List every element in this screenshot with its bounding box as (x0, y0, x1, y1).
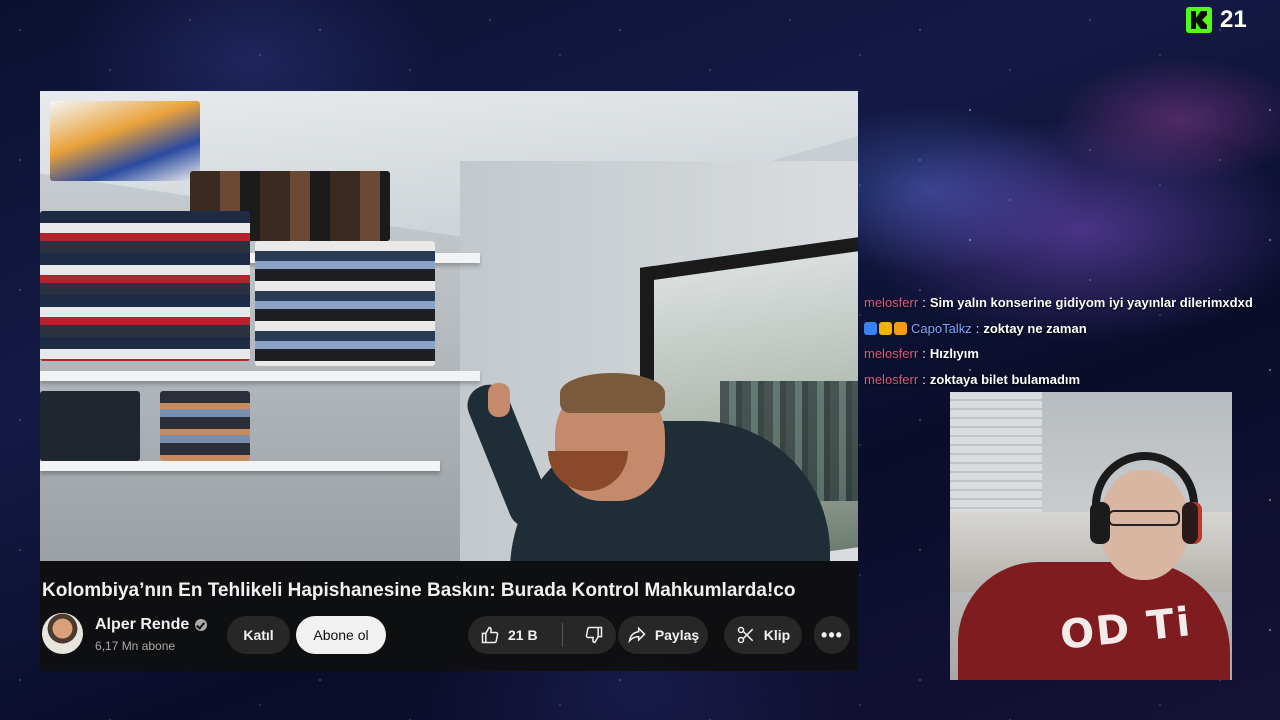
chat-badges (864, 321, 907, 335)
chat-username[interactable]: melosferr (864, 372, 918, 387)
headset-earcup (1182, 502, 1202, 544)
chat-text: Hızlıyım (929, 346, 979, 362)
person-hand (488, 383, 510, 417)
headset-earcup (1090, 502, 1110, 544)
viewer-counter: 21 (1186, 4, 1264, 36)
chat-text: Sim yalın konserine gidiyom iyi yayınlar… (929, 295, 1253, 311)
chat-separator: : (922, 295, 926, 311)
shelf (40, 461, 440, 471)
more-actions-button[interactable]: ••• (814, 616, 850, 654)
like-dislike-group: 21 B (468, 616, 616, 654)
folded-clothes (160, 391, 250, 461)
badge-icon (864, 321, 877, 335)
chat-username[interactable]: CapoTalkz (911, 321, 972, 336)
share-button[interactable]: Paylaş (618, 616, 708, 654)
thumbs-down-icon (584, 625, 604, 645)
webcam-overlay: OD Ti (950, 392, 1232, 680)
join-button[interactable]: Katıl (227, 616, 290, 654)
video-player[interactable] (40, 91, 858, 561)
subscribe-button[interactable]: Abone ol (296, 616, 386, 654)
webcam-window-blinds (950, 392, 1042, 512)
thumbs-up-icon (480, 625, 500, 645)
kick-icon (1186, 7, 1212, 33)
chat-message: CapoTalkz: zoktay ne zaman (864, 316, 1264, 342)
chat-separator: : (975, 320, 980, 336)
shelf (40, 371, 480, 381)
person-hair (560, 373, 665, 413)
share-label: Paylaş (654, 627, 700, 643)
channel-name[interactable]: Alper Rende (95, 616, 189, 634)
sneaker-stack (50, 101, 200, 181)
chat-message: melosferr: Sim yalın konserine gidiyom iy… (864, 290, 1264, 316)
chat-text: zoktaya bilet bulamadım (929, 371, 1081, 387)
chat-username[interactable]: melosferr (864, 346, 918, 361)
folded-clothes (40, 211, 250, 361)
dislike-button[interactable] (571, 616, 616, 654)
viewer-count: 21 (1220, 6, 1247, 33)
badge-icon (894, 321, 907, 335)
chat-separator: : (922, 371, 926, 387)
folded-clothes (255, 241, 435, 366)
chat-text: zoktay ne zaman (983, 320, 1087, 336)
chat-overlay: melosferr: Sim yalın konserine gidiyom iy… (864, 290, 1264, 392)
chat-username[interactable]: melosferr (864, 295, 918, 310)
clip-label: Klip (763, 627, 791, 643)
folded-clothes (40, 391, 140, 461)
share-icon (627, 625, 647, 645)
like-count: 21 B (508, 627, 538, 643)
chat-message: melosferr: zoktaya bilet bulamadım (864, 367, 1264, 393)
video-title[interactable]: Kolombiya’nın En Tehlikeli Hapishanesine… (42, 580, 856, 602)
video-info-bar: Kolombiya’nın En Tehlikeli Hapishanesine… (40, 561, 858, 671)
channel-name-row[interactable]: Alper Rende (95, 616, 208, 634)
channel-avatar[interactable] (42, 613, 83, 654)
badge-icon (879, 321, 892, 335)
clip-button[interactable]: Klip (724, 616, 802, 654)
scissors-icon (736, 625, 756, 645)
verified-icon (195, 619, 208, 631)
subscriber-count: 6,17 Mn abone (95, 639, 176, 653)
chat-separator: : (922, 346, 926, 362)
chat-message: melosferr: Hızlıyım (864, 341, 1264, 367)
like-divider (562, 623, 563, 647)
like-button[interactable]: 21 B (468, 616, 554, 654)
